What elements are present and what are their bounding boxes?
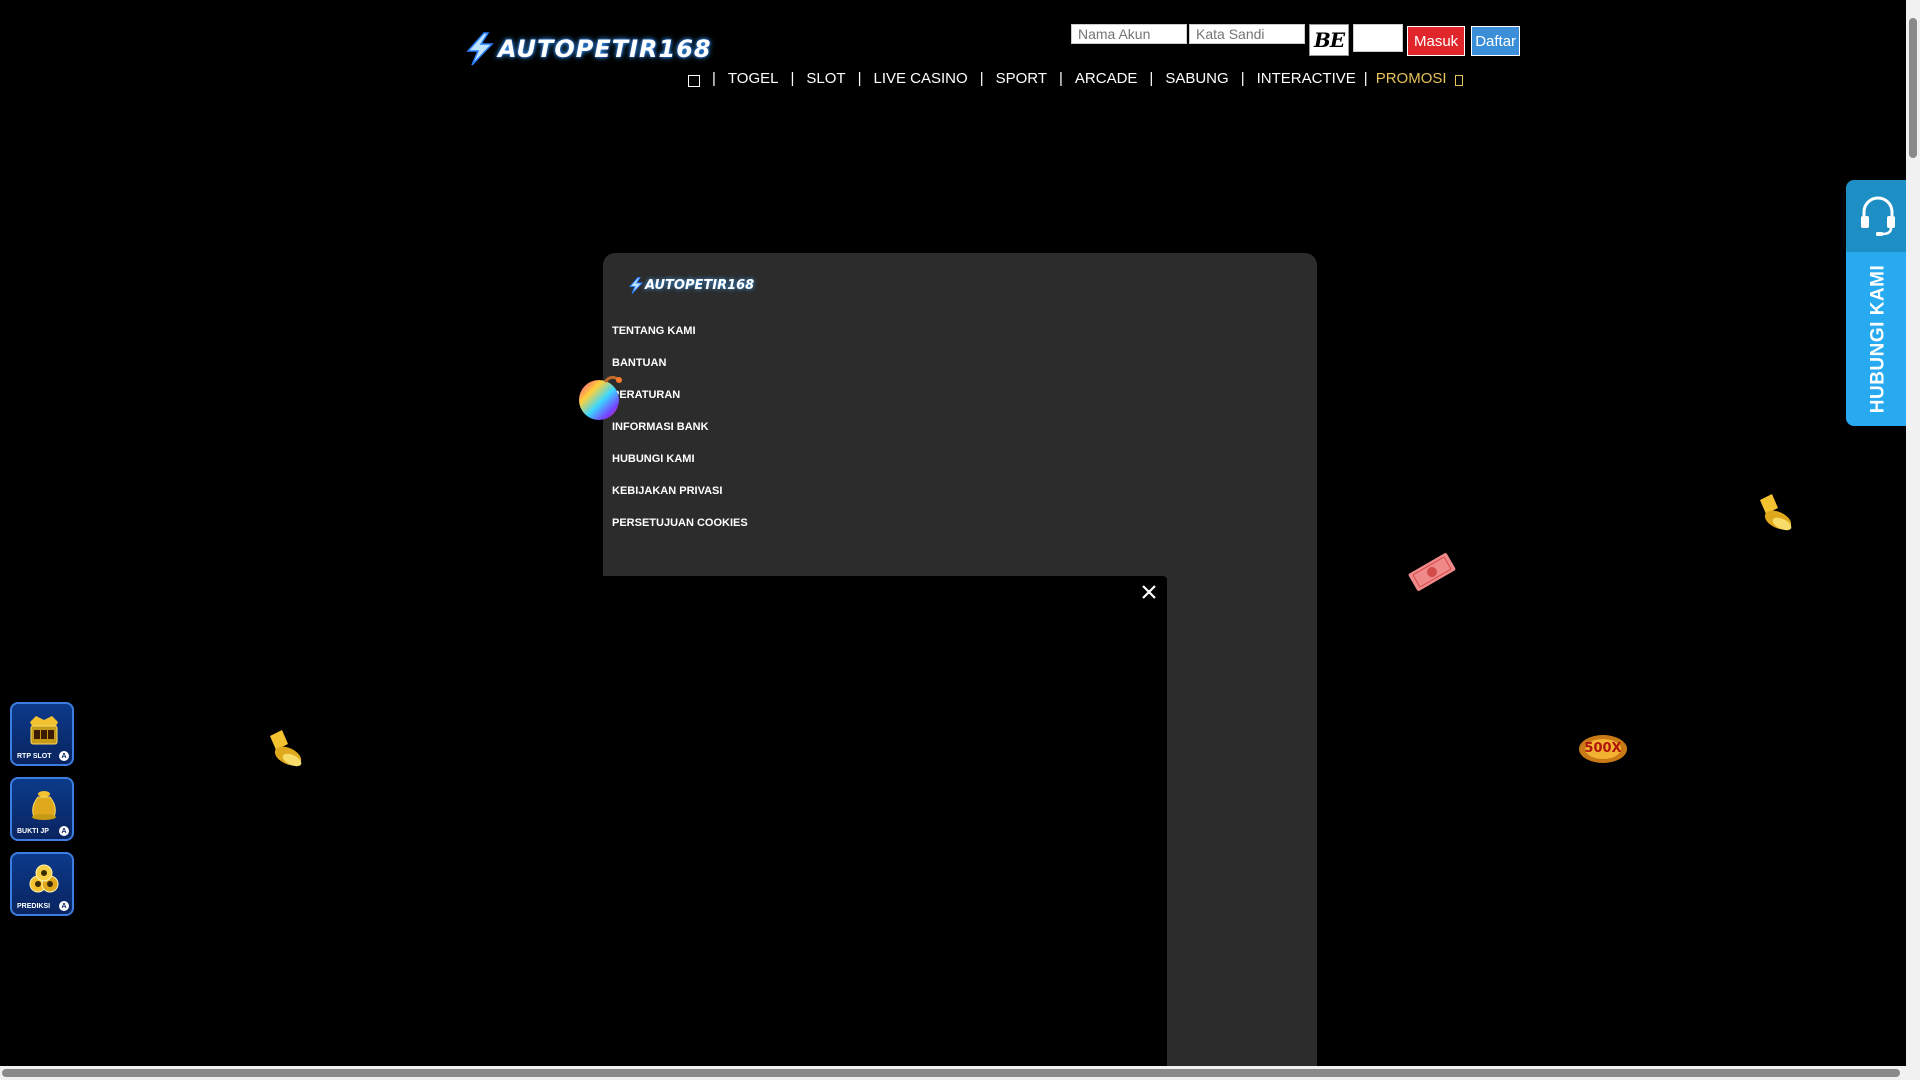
prediksi-badge: A (59, 901, 69, 911)
multiplier-badge: 500X (1578, 732, 1628, 766)
gold-coins-icon (270, 730, 302, 767)
panel-logo-text: AUTOPETIR168 (645, 278, 755, 293)
bukti-jp-button[interactable]: BUKTI JP A (10, 777, 74, 841)
vertical-scrollbar[interactable] (1906, 0, 1920, 1080)
menu-item-hubungi-kami[interactable]: HUBUNGI KAMI (612, 453, 748, 485)
nav-item-arcade[interactable]: ARCADE (1075, 70, 1138, 87)
login-form: BE Masuk Daftar (1071, 24, 1521, 56)
rtp-slot-button[interactable]: RTP SLOT A (10, 702, 74, 766)
menu-item-tentang-kami[interactable]: TENTANG KAMI (612, 325, 748, 357)
contact-tab-body: HUBUNGI KAMI (1846, 252, 1910, 426)
password-input[interactable] (1189, 24, 1305, 44)
contact-tab-header (1846, 180, 1910, 252)
nav-item-togel[interactable]: TOGEL (728, 70, 779, 87)
site-logo[interactable]: AUTOPETIR168 (462, 32, 712, 66)
home-icon[interactable] (688, 74, 700, 87)
contact-tab-label: HUBUNGI KAMI (1867, 264, 1888, 414)
lottery-balls-icon (29, 864, 59, 893)
slot-machine-icon (30, 716, 58, 745)
nav-item-slot[interactable]: SLOT (806, 70, 845, 87)
gold-coins-icon (1760, 494, 1792, 531)
prediksi-button[interactable]: PREDIKSI A (10, 852, 74, 916)
rtp-slot-label: RTP SLOT (17, 753, 52, 760)
lightning-bolt-icon (628, 277, 644, 294)
page: AUTOPETIR168 BE Masuk Daftar | TOGEL | S… (0, 0, 1920, 1080)
username-input[interactable] (1071, 24, 1187, 44)
menu-item-peraturan[interactable]: PERATURAN (612, 389, 748, 421)
menu-item-informasi-bank[interactable]: INFORMASI BANK (612, 421, 748, 453)
nav-item-sabung[interactable]: SABUNG (1165, 70, 1228, 87)
bukti-jp-badge: A (59, 826, 69, 836)
contact-tab[interactable]: HUBUNGI KAMI (1846, 180, 1910, 426)
captcha-image: BE (1309, 24, 1349, 56)
vertical-scrollbar-thumb[interactable] (1909, 18, 1917, 158)
rtp-slot-badge: A (59, 751, 69, 761)
login-button[interactable]: Masuk (1407, 26, 1466, 56)
menu-item-bantuan[interactable]: BANTUAN (612, 357, 748, 389)
menu-item-persetujuan-cookies[interactable]: PERSETUJUAN COOKIES (612, 517, 748, 549)
nav-item-sport[interactable]: SPORT (996, 70, 1047, 87)
captcha-input[interactable] (1353, 24, 1403, 52)
horizontal-scrollbar-thumb[interactable] (2, 1069, 1900, 1077)
menu-item-kebijakan-privasi[interactable]: KEBIJAKAN PRIVASI (612, 485, 748, 517)
panel-logo: AUTOPETIR168 (627, 277, 754, 294)
money-bill-icon (1408, 553, 1456, 591)
chevron-down-icon (1454, 74, 1463, 86)
money-bag-icon (32, 791, 56, 820)
popup-overlay (603, 576, 1167, 1080)
register-button[interactable]: Daftar (1471, 26, 1521, 56)
footer-menu: TENTANG KAMI BANTUAN PERATURAN INFORMASI… (612, 325, 748, 549)
nav-item-interactive[interactable]: INTERACTIVE (1257, 70, 1356, 87)
footer-panel: AUTOPETIR168 TENTANG KAMI BANTUAN PERATU… (603, 253, 1317, 1080)
close-icon[interactable] (1137, 580, 1161, 604)
site-logo-text: AUTOPETIR168 (498, 35, 712, 63)
nav-item-live-casino[interactable]: LIVE CASINO (873, 70, 967, 87)
nav-item-promosi[interactable]: PROMOSI (1376, 70, 1447, 87)
headset-icon (1861, 196, 1895, 236)
horizontal-scrollbar[interactable] (0, 1066, 1906, 1080)
bukti-jp-label: BUKTI JP (17, 828, 49, 835)
candy-bomb-icon (579, 375, 622, 420)
lightning-bolt-icon (466, 32, 494, 66)
prediksi-label: PREDIKSI (17, 903, 51, 910)
main-nav: | TOGEL | SLOT | LIVE CASINO | SPORT | A… (688, 70, 1463, 87)
multiplier-text: 500X (1584, 741, 1622, 756)
